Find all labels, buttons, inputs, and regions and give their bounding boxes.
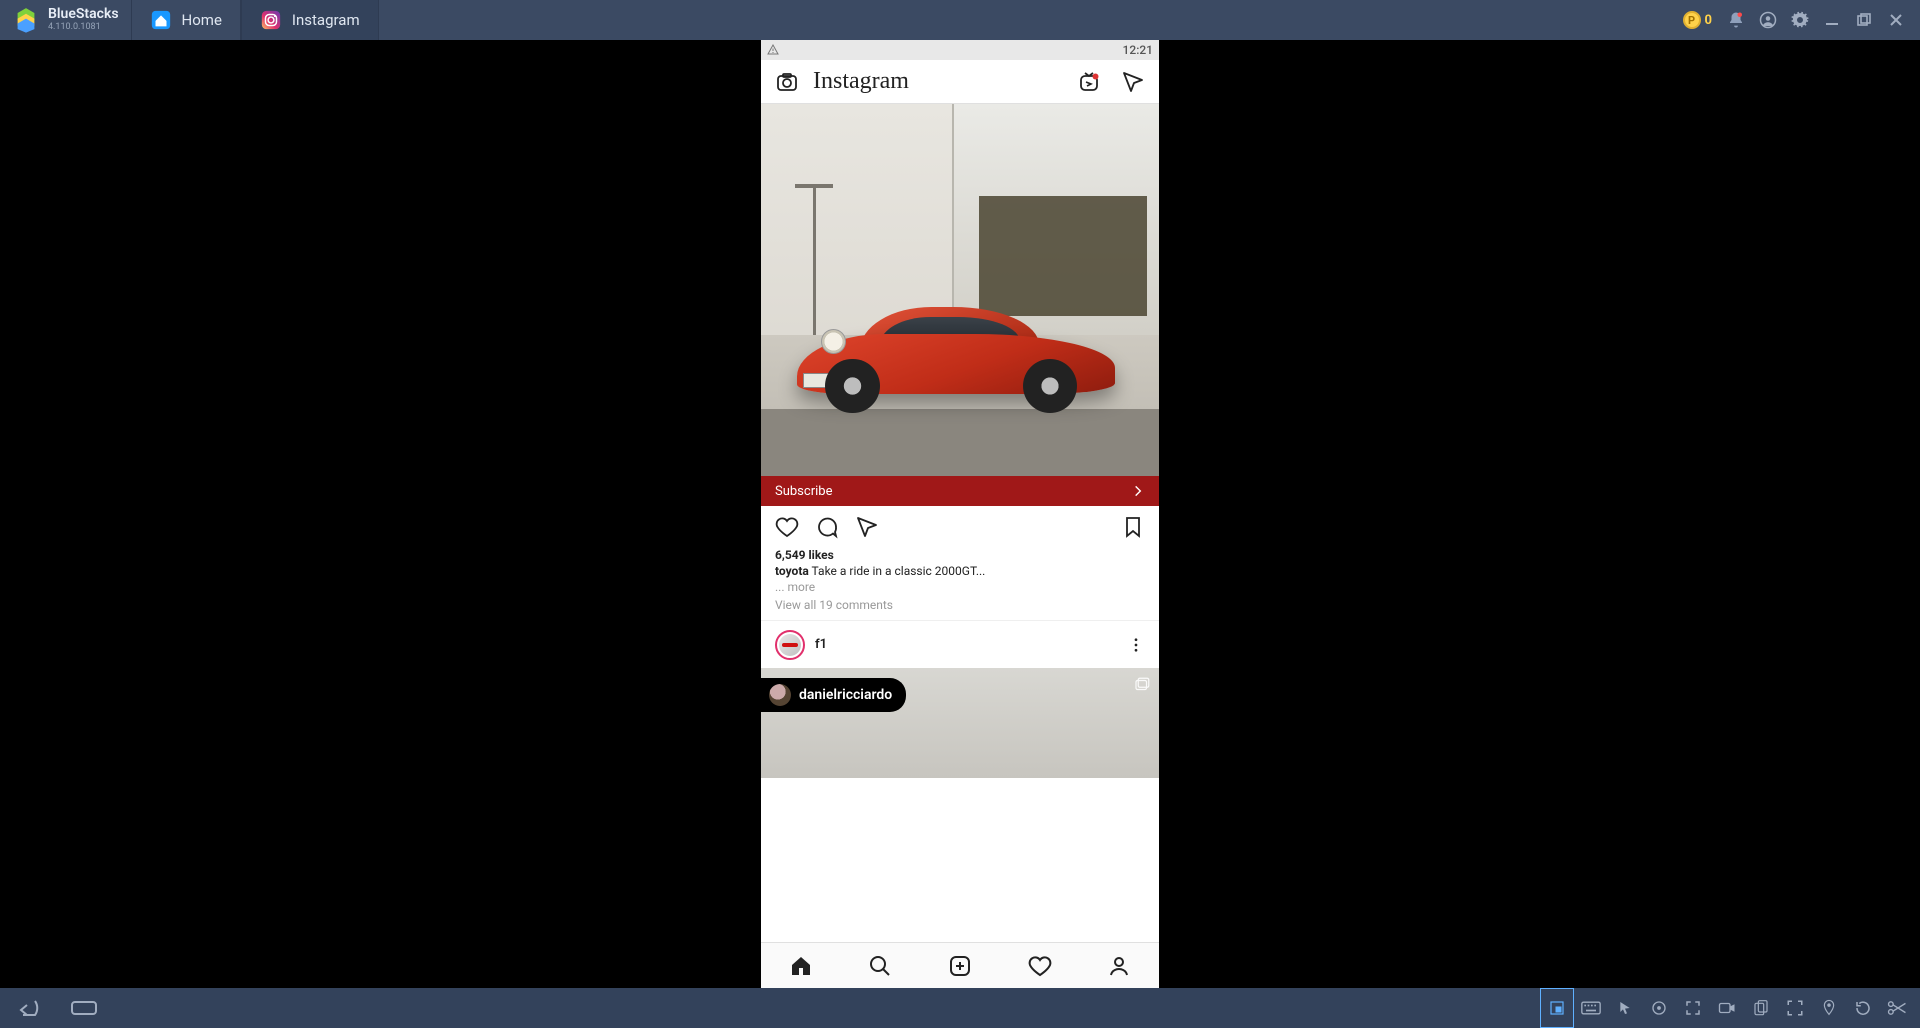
expand-icon xyxy=(1786,999,1804,1017)
caption-username: toyota xyxy=(775,564,809,578)
bluestacks-logo[interactable]: BlueStacks 4.110.0.1081 xyxy=(0,0,131,40)
subscribe-banner[interactable]: Subscribe xyxy=(761,476,1159,506)
bell-icon xyxy=(1727,11,1745,29)
keymap-icon xyxy=(1548,999,1566,1017)
tagged-user-avatar xyxy=(769,684,791,706)
home-icon xyxy=(789,954,813,978)
tagged-user-pill[interactable]: danielricciardo xyxy=(761,678,906,712)
emulator-viewport: 12:21 Instagram xyxy=(0,40,1920,988)
rotate-button[interactable] xyxy=(1846,988,1880,1028)
settings-button[interactable] xyxy=(1784,0,1816,40)
fullscreen-button[interactable] xyxy=(1676,988,1710,1028)
post-image[interactable] xyxy=(761,104,1159,476)
nav-profile[interactable] xyxy=(1079,943,1159,988)
maximize-icon xyxy=(1857,13,1871,27)
expand-corners-button[interactable] xyxy=(1778,988,1812,1028)
camera-icon[interactable] xyxy=(775,70,799,94)
close-icon xyxy=(1889,13,1903,27)
post-actions xyxy=(761,506,1159,548)
location-button[interactable] xyxy=(1812,988,1846,1028)
tab-instagram-label: Instagram xyxy=(292,11,360,29)
view-comments-link[interactable]: View all 19 comments xyxy=(761,594,1159,620)
tab-instagram[interactable]: Instagram xyxy=(241,0,379,40)
pika-points[interactable]: P 0 xyxy=(1675,11,1720,29)
android-home-icon xyxy=(69,999,99,1017)
android-back-button[interactable] xyxy=(0,988,56,1028)
bluestacks-logo-icon xyxy=(12,6,40,34)
likes-count[interactable]: 6,549 likes xyxy=(761,548,1159,562)
maximize-button[interactable] xyxy=(1848,0,1880,40)
keyboard-icon xyxy=(1581,1001,1601,1015)
fullscreen-icon xyxy=(1684,999,1702,1017)
cursor-icon xyxy=(1617,1000,1633,1016)
location-pin-icon xyxy=(1822,999,1836,1017)
tab-home-label: Home xyxy=(182,11,222,29)
bluestacks-titlebar: BlueStacks 4.110.0.1081 Home Instagram xyxy=(0,0,1920,40)
caption-text: Take a ride in a classic 2000GT... xyxy=(809,564,986,578)
instagram-feed[interactable]: Subscribe 6,549 likes xyxy=(761,104,1159,942)
instagram-logo-text: Instagram xyxy=(813,68,909,95)
copy-button[interactable] xyxy=(1744,988,1778,1028)
android-home-button[interactable] xyxy=(56,988,112,1028)
instagram-bottom-nav xyxy=(761,942,1159,988)
bluestacks-version: 4.110.0.1081 xyxy=(48,23,119,33)
heart-icon xyxy=(1028,954,1052,978)
pika-points-value: 0 xyxy=(1705,13,1712,28)
like-icon[interactable] xyxy=(775,515,799,539)
bluestacks-bottom-toolbar xyxy=(0,988,1920,1028)
gallery-indicator-icon xyxy=(1133,676,1151,694)
rotate-icon xyxy=(1854,999,1872,1017)
close-button[interactable] xyxy=(1880,0,1912,40)
target-button[interactable] xyxy=(1642,988,1676,1028)
caption-more[interactable]: ... more xyxy=(761,580,1159,594)
chevron-right-icon xyxy=(1131,484,1145,498)
direct-message-icon[interactable] xyxy=(1121,70,1145,94)
instagram-app-icon xyxy=(260,9,282,31)
instagram-header: Instagram xyxy=(761,60,1159,104)
profile-icon xyxy=(1107,954,1131,978)
search-icon xyxy=(868,954,892,978)
notifications-button[interactable] xyxy=(1720,0,1752,40)
add-post-icon xyxy=(948,954,972,978)
target-icon xyxy=(1650,999,1668,1017)
back-icon xyxy=(15,998,41,1018)
copy-icon xyxy=(1753,999,1769,1017)
gear-icon xyxy=(1791,11,1809,29)
tab-home[interactable]: Home xyxy=(131,0,241,40)
minimize-button[interactable] xyxy=(1816,0,1848,40)
next-post-image[interactable]: danielricciardo xyxy=(761,668,1159,778)
save-icon[interactable] xyxy=(1121,515,1145,539)
bluestacks-name: BlueStacks xyxy=(48,7,119,22)
post-caption[interactable]: toyota Take a ride in a classic 2000GT..… xyxy=(761,562,1159,580)
next-post-avatar[interactable] xyxy=(775,630,805,660)
account-button[interactable] xyxy=(1752,0,1784,40)
warning-icon xyxy=(767,44,779,56)
cursor-button[interactable] xyxy=(1608,988,1642,1028)
tagged-user-name: danielricciardo xyxy=(799,687,892,703)
pika-coin-icon: P xyxy=(1683,11,1701,29)
nav-add[interactable] xyxy=(920,943,1000,988)
nav-activity[interactable] xyxy=(1000,943,1080,988)
share-icon[interactable] xyxy=(855,515,879,539)
camera-button[interactable] xyxy=(1710,988,1744,1028)
nav-home[interactable] xyxy=(761,943,841,988)
status-time: 12:21 xyxy=(1123,43,1153,57)
home-app-icon xyxy=(150,9,172,31)
subscribe-label: Subscribe xyxy=(775,484,832,499)
scissors-icon xyxy=(1887,1000,1907,1016)
minimize-icon xyxy=(1825,13,1839,27)
user-circle-icon xyxy=(1759,11,1777,29)
videocam-icon xyxy=(1718,1001,1736,1015)
igtv-icon[interactable] xyxy=(1077,70,1101,94)
comment-icon[interactable] xyxy=(815,515,839,539)
android-status-bar: 12:21 xyxy=(761,40,1159,60)
next-post-header: f1 xyxy=(761,620,1159,668)
next-post-username[interactable]: f1 xyxy=(815,637,827,652)
keyboard-button[interactable] xyxy=(1574,988,1608,1028)
nav-search[interactable] xyxy=(841,943,921,988)
toggle-keymap-button[interactable] xyxy=(1540,988,1574,1028)
more-options-icon[interactable] xyxy=(1127,636,1145,654)
android-screen: 12:21 Instagram xyxy=(761,40,1159,988)
screenshot-button[interactable] xyxy=(1880,988,1914,1028)
